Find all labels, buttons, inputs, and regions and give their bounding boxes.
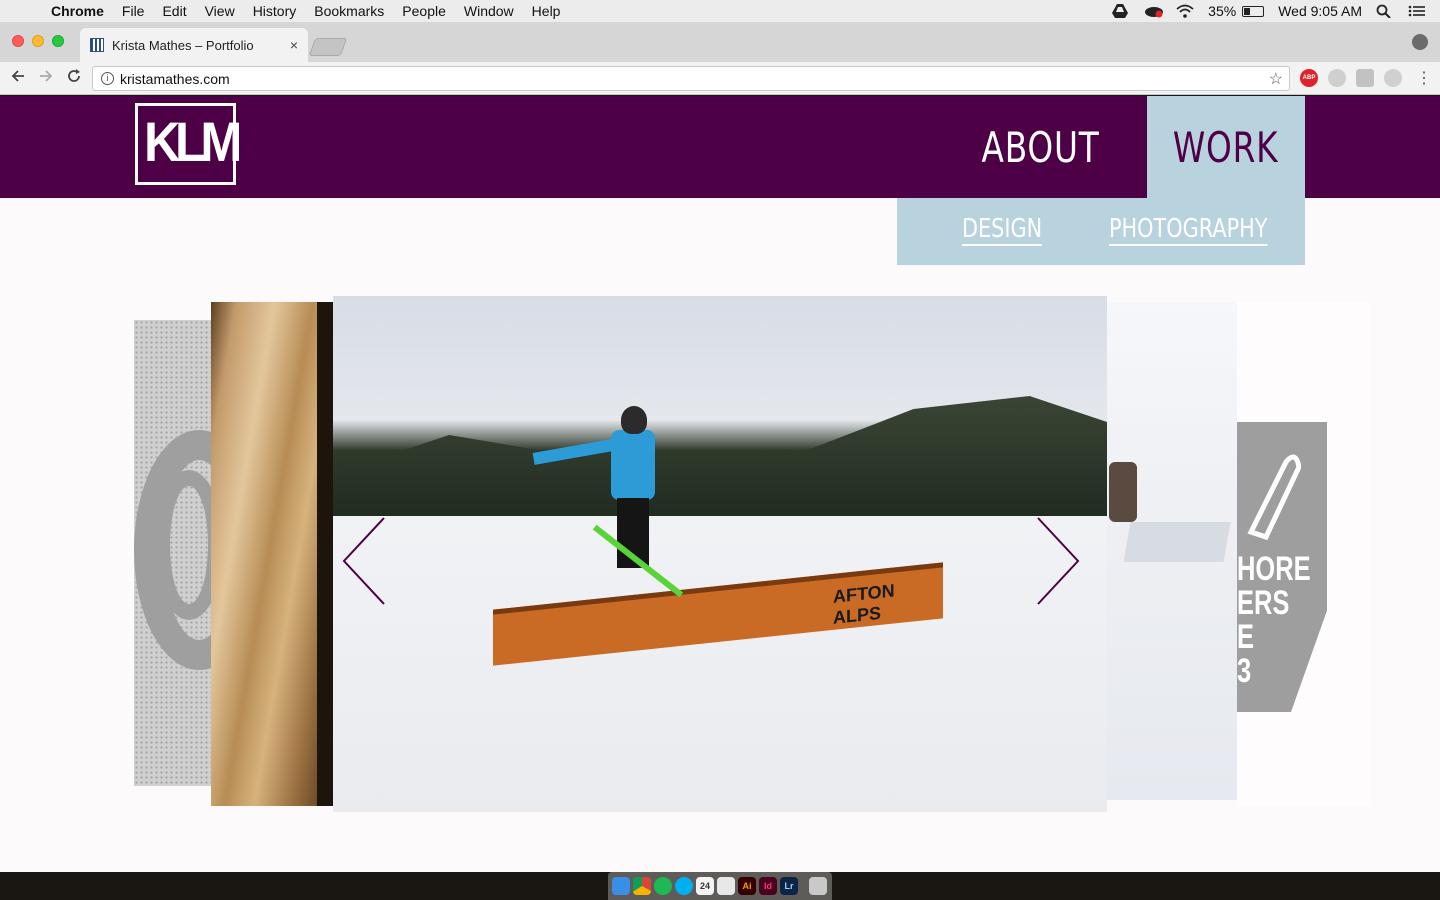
dock-preview-icon[interactable] [717, 877, 735, 895]
battery-level [1244, 7, 1251, 15]
address-bar[interactable]: i kristamathes.com ☆ [92, 66, 1290, 91]
back-arrow-icon[interactable] [10, 68, 26, 89]
skier-jacket [611, 430, 655, 500]
tab-title: Krista Mathes – Portfolio [112, 37, 254, 53]
browser-tab-active[interactable]: Krista Mathes – Portfolio × [80, 28, 308, 62]
work-dropdown-menu: DESIGN PHOTOGRAPHY [897, 198, 1305, 265]
page-viewport: KLM ABOUT WORK DESIGN PHOTOGRAPHY HORE E… [0, 96, 1440, 872]
menu-window[interactable]: Window [455, 3, 523, 19]
bookmark-star-icon[interactable]: ☆ [1269, 69, 1283, 89]
carousel-slide-rock-wall-photo[interactable] [211, 302, 335, 806]
browser-tab-strip: Krista Mathes – Portfolio × [0, 22, 1440, 62]
menu-edit[interactable]: Edit [153, 3, 195, 19]
forward-arrow-icon[interactable] [38, 68, 54, 89]
nav-work-link[interactable]: WORK [1147, 96, 1305, 198]
new-tab-button[interactable] [308, 38, 348, 56]
dropdown-photography-link[interactable]: PHOTOGRAPHY [1109, 214, 1268, 246]
skier-figure [532, 406, 663, 576]
google-drive-icon[interactable] [1112, 4, 1130, 18]
reload-icon[interactable] [66, 68, 82, 89]
carousel-next-arrow-icon[interactable] [1034, 516, 1082, 606]
menu-help[interactable]: Help [523, 3, 570, 19]
dock-chrome-icon[interactable] [633, 877, 651, 895]
carousel-slide-snowboard-photo[interactable] [1107, 302, 1237, 800]
carabiner-icon [1247, 454, 1301, 541]
window-zoom-button[interactable] [52, 35, 64, 47]
terrain-box [1123, 522, 1231, 562]
site-logo[interactable]: KLM [135, 103, 242, 185]
logo-text: KLM [144, 110, 242, 173]
site-favicon-icon [90, 38, 104, 52]
browser-toolbar: i kristamathes.com ☆ ABP ⋮ [0, 62, 1440, 95]
menu-bookmarks[interactable]: Bookmarks [305, 3, 393, 19]
profile-avatar-icon[interactable] [1412, 34, 1428, 50]
extension-search-icon[interactable] [1384, 69, 1402, 87]
menu-view[interactable]: View [196, 3, 244, 19]
dock-spotify-icon[interactable] [654, 877, 672, 895]
carousel-prev-arrow-icon[interactable] [340, 516, 388, 606]
dock-indesign-icon[interactable]: Id [759, 877, 777, 895]
dock-lightroom-icon[interactable]: Lr [780, 877, 798, 895]
chrome-menu-icon[interactable]: ⋮ [1416, 68, 1432, 88]
carousel-main-photo[interactable]: AFTON ALPS [333, 296, 1107, 812]
dock-finder-icon[interactable] [612, 877, 630, 895]
extension-drive-icon[interactable] [1328, 69, 1346, 87]
extension-evernote-icon[interactable] [1356, 69, 1374, 87]
dock-calendar-icon[interactable]: 24 [696, 877, 714, 895]
snow-slope [333, 516, 1107, 812]
battery-status[interactable]: 35% [1208, 3, 1265, 19]
menu-app-name[interactable]: Chrome [42, 3, 113, 19]
dock-skype-icon[interactable] [675, 877, 693, 895]
window-minimize-button[interactable] [32, 35, 44, 47]
battery-percent: 35% [1208, 3, 1237, 19]
nav-about-link[interactable]: ABOUT [982, 96, 1099, 198]
window-close-button[interactable] [12, 35, 24, 47]
skier-helmet [621, 406, 647, 434]
adblock-plus-icon[interactable]: ABP [1300, 69, 1318, 87]
nav-work-label: WORK [1173, 122, 1279, 172]
menu-history[interactable]: History [244, 3, 306, 19]
wifi-icon[interactable] [1176, 4, 1194, 18]
macos-dock: 24 Ai Id Lr [608, 872, 832, 900]
battery-icon [1242, 5, 1265, 17]
menu-file[interactable]: File [113, 3, 154, 19]
shield-logo-text: HORE ERS E 3 [1237, 550, 1311, 690]
site-info-icon[interactable]: i [101, 72, 114, 85]
site-header: KLM ABOUT WORK [0, 96, 1440, 198]
menu-people[interactable]: People [393, 3, 455, 19]
dock-trash-icon[interactable] [809, 877, 827, 895]
macos-menu-bar: Chrome File Edit View History Bookmarks … [0, 0, 1440, 22]
url-text: kristamathes.com [120, 70, 230, 87]
notification-center-icon[interactable] [1408, 4, 1426, 18]
dock-illustrator-icon[interactable]: Ai [738, 877, 756, 895]
creative-cloud-icon[interactable] [1144, 4, 1164, 18]
clock[interactable]: Wed 9:05 AM [1278, 3, 1362, 19]
tree-line [333, 396, 1107, 526]
carousel-slide-gear-graphic[interactable] [134, 320, 214, 786]
snowboarder-figure [1109, 462, 1137, 522]
tab-close-icon[interactable]: × [290, 37, 298, 53]
spotlight-icon[interactable] [1376, 4, 1394, 19]
dropdown-design-link[interactable]: DESIGN [962, 214, 1043, 246]
